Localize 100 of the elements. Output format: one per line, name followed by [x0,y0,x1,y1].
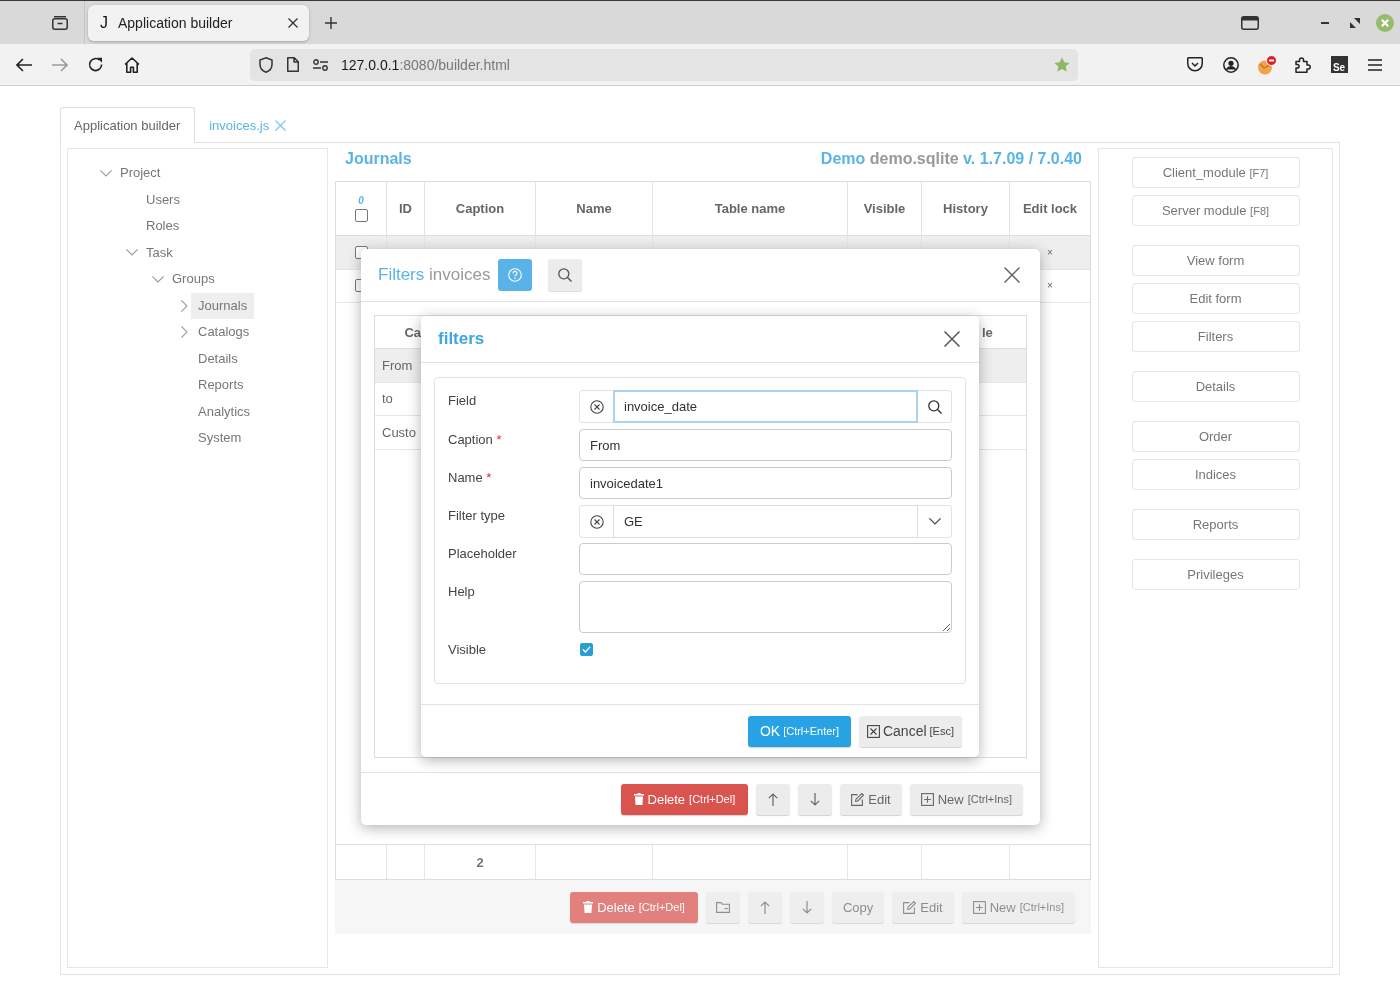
dialog-title: filters [438,329,485,349]
move-down-button[interactable] [798,783,833,815]
delete-button[interactable]: Delete [Ctrl+Del] [620,783,749,815]
field-label: Placeholder [448,546,517,561]
text-field[interactable]: From [579,429,952,461]
tab-list-icon[interactable] [52,15,68,30]
tree-item[interactable]: Task [139,239,180,266]
tree-item[interactable]: Analytics [191,398,258,425]
checkbox[interactable] [580,642,593,656]
side-button[interactable]: Filters [1131,321,1300,352]
chevron-down-icon[interactable] [126,249,138,257]
shield-icon[interactable] [259,56,273,73]
star-icon[interactable] [1054,57,1070,72]
plus-icon[interactable] [325,16,337,29]
trash-icon [583,901,594,913]
clear-button[interactable] [579,390,613,423]
lookup-field[interactable]: invoice_date [613,390,918,423]
url-text[interactable]: 127.0.0.1:8080/builder.html [341,56,510,73]
column-header[interactable]: Visible [863,201,906,216]
chevron-right-icon[interactable] [180,299,188,312]
menu-icon[interactable] [1368,58,1382,71]
tree-item[interactable]: Groups [165,266,222,293]
search-icon [558,268,573,282]
tree-item[interactable]: Journals [191,292,255,319]
column-header[interactable]: ID [399,201,412,216]
tree-item[interactable]: Roles [139,213,187,240]
select-field[interactable]: GE [613,505,918,538]
browser-tab[interactable]: J Application builder [88,4,309,41]
table-cell: × [1047,280,1053,292]
column-header[interactable]: Caption [455,201,505,216]
side-button[interactable]: Indices [1131,459,1300,490]
plus-square-icon [920,792,934,806]
chevron-down-icon[interactable] [100,169,112,177]
close-square-icon [866,724,880,738]
account-icon[interactable] [1223,56,1239,73]
window-icon[interactable] [1241,15,1259,30]
search-button[interactable] [918,390,952,423]
tree-item[interactable]: Reports [191,372,251,399]
extension-button[interactable]: Se [1330,56,1348,73]
minimize-icon[interactable] [1321,21,1329,24]
puzzle-icon[interactable] [1295,56,1311,73]
side-button[interactable]: View form [1131,245,1300,276]
column-header[interactable]: Table name [714,201,786,216]
reload-icon[interactable] [88,56,104,73]
move-up-button[interactable] [756,783,791,815]
chevron-right-icon[interactable] [180,326,188,339]
search-button[interactable] [548,259,583,291]
plus-square-icon [972,900,986,914]
side-button[interactable]: Reports [1131,509,1300,540]
journal-title: Journals [345,150,412,168]
back-icon[interactable] [16,57,32,72]
trash-icon [633,793,644,805]
text-field[interactable] [579,543,952,575]
side-button[interactable]: Privileges [1131,559,1300,590]
column-header[interactable]: Edit lock [1022,201,1078,216]
database-info: Demo demo.sqlite v. 1.7.09 / 7.0.40 [820,150,1082,168]
tree-item[interactable]: Users [139,186,187,213]
close-icon[interactable] [1004,267,1020,283]
tree-item[interactable]: System [191,425,249,452]
clear-button[interactable] [579,505,613,538]
arrow-down-icon [810,792,821,806]
column-header[interactable]: Ca [404,324,421,340]
extension-icon[interactable] [1257,54,1277,75]
clear-icon [589,399,604,414]
search-icon [927,399,942,414]
page-icon[interactable] [287,57,299,72]
selection-count: 0 [358,195,364,206]
home-icon[interactable] [124,56,140,73]
side-button[interactable]: Client_module [F7] [1131,157,1300,188]
table-cell: From [382,357,413,373]
column-header[interactable]: Name [576,201,612,216]
field-label: Caption * [448,432,502,447]
text-field[interactable]: invoicedate1 [579,467,952,499]
app-tab[interactable]: Application builder [60,107,196,143]
side-button[interactable]: Server module [F8] [1131,195,1300,226]
side-button[interactable]: Edit form [1131,283,1300,314]
address-bar[interactable]: 127.0.0.1:8080/builder.html [250,48,1078,81]
tree-item[interactable]: Catalogs [191,319,257,346]
ok-button[interactable]: OK [Ctrl+Enter] [748,715,851,747]
tree-item[interactable]: Details [191,345,245,372]
restore-icon[interactable] [1350,17,1360,28]
pencil-square-icon [851,792,865,806]
chevron-down-icon [928,518,941,525]
close-icon[interactable] [288,17,298,28]
cancel-button[interactable]: Cancel [Esc] [859,715,962,747]
edit-button[interactable]: Edit [840,783,902,815]
side-button[interactable]: Order [1131,421,1300,452]
chevron-down-icon[interactable] [152,275,164,283]
column-header[interactable]: History [943,201,988,216]
forward-icon[interactable] [52,57,68,72]
side-button[interactable]: Details [1131,371,1300,402]
new-button[interactable]: New [Ctrl+Ins] [909,783,1023,815]
close-icon[interactable] [944,331,960,347]
permissions-icon[interactable] [313,58,328,71]
pocket-icon[interactable] [1187,57,1203,72]
tree-item[interactable]: Project [113,160,168,187]
select-all-checkbox[interactable] [354,209,368,222]
arrow-up-icon [759,900,770,914]
column-header[interactable]: le [982,324,993,340]
arrow-down-icon [801,900,812,914]
